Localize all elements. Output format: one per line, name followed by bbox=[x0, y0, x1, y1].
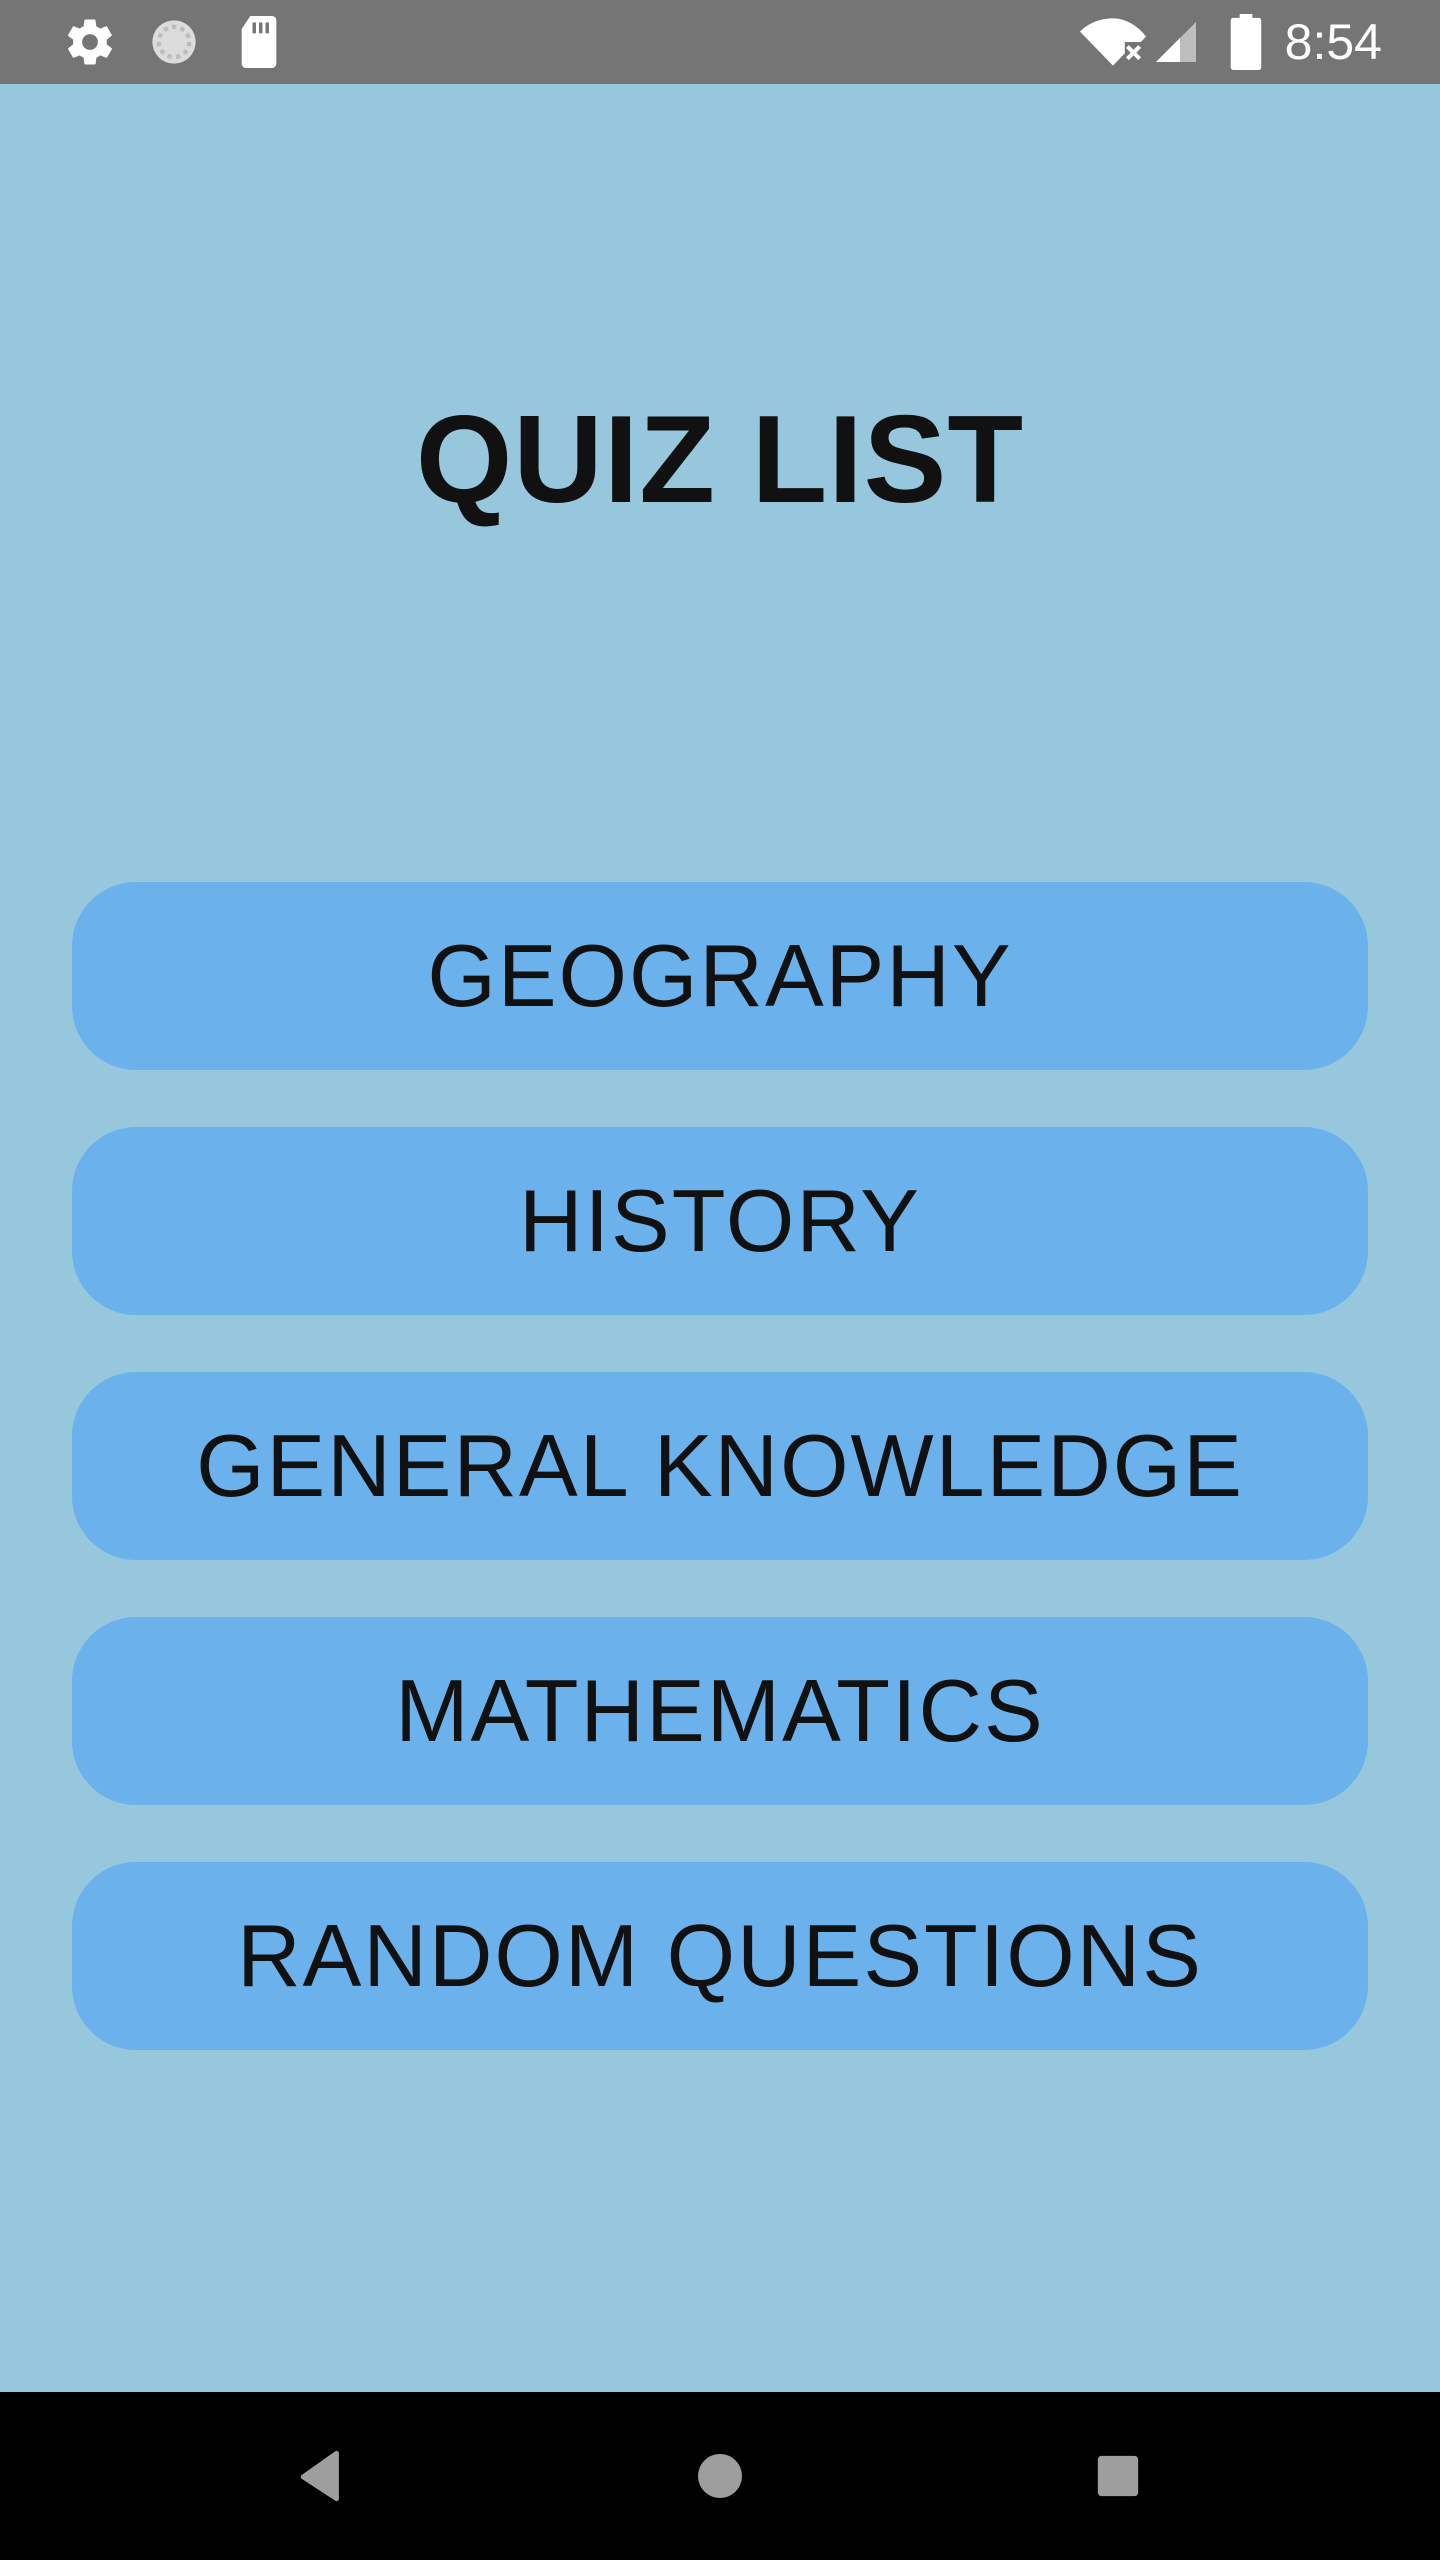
back-icon[interactable] bbox=[236, 2392, 404, 2560]
quiz-list-screen: 8:54 QUIZ LIST GEOGRAPHY HISTORY GENERAL… bbox=[0, 0, 1440, 2560]
navigation-bar bbox=[0, 2392, 1440, 2560]
page-title: QUIZ LIST bbox=[415, 391, 1025, 529]
sd-card-icon bbox=[234, 0, 284, 84]
recents-icon[interactable] bbox=[1034, 2392, 1202, 2560]
wifi-off-icon bbox=[1078, 0, 1148, 84]
general-knowledge-button[interactable]: GENERAL KNOWLEDGE bbox=[72, 1372, 1368, 1560]
random-questions-button[interactable]: RANDOM QUESTIONS bbox=[72, 1862, 1368, 2050]
gear-icon bbox=[62, 0, 118, 84]
geography-button[interactable]: GEOGRAPHY bbox=[72, 882, 1368, 1070]
battery-icon bbox=[1226, 0, 1266, 84]
home-icon[interactable] bbox=[636, 2392, 804, 2560]
status-bar: 8:54 bbox=[0, 0, 1440, 84]
mathematics-button[interactable]: MATHEMATICS bbox=[72, 1617, 1368, 1805]
history-button[interactable]: HISTORY bbox=[72, 1127, 1368, 1315]
quiz-list: GEOGRAPHY HISTORY GENERAL KNOWLEDGE MATH… bbox=[72, 882, 1368, 2107]
signal-icon bbox=[1150, 0, 1202, 84]
sync-circle-icon bbox=[146, 0, 202, 84]
status-time: 8:54 bbox=[1284, 14, 1382, 70]
